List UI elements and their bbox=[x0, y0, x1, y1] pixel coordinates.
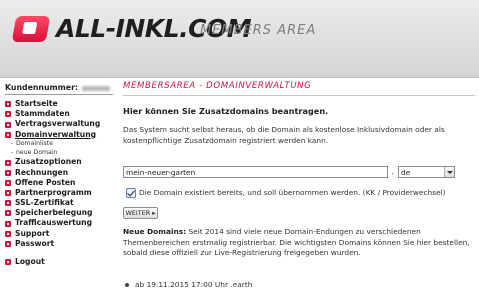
sidebar-item-label: neue Domain bbox=[16, 148, 58, 156]
bullet-icon bbox=[5, 220, 11, 227]
sidebar-item-passwort[interactable]: Passwort bbox=[5, 239, 117, 249]
sidebar-item-label: Logout bbox=[15, 257, 45, 267]
sidebar-item-label: Stammdaten bbox=[15, 109, 70, 119]
news-title: Neue Domains: bbox=[123, 227, 187, 236]
bullet-icon bbox=[5, 190, 11, 197]
sidebar-item-label: Domainverwaltung bbox=[15, 129, 97, 139]
dot-separator: . bbox=[391, 167, 394, 176]
bullet-icon bbox=[5, 230, 11, 237]
bullet-icon bbox=[125, 282, 129, 287]
bullet-icon bbox=[5, 121, 11, 128]
sidebar-item-trafficauswertung[interactable]: Trafficauswertung bbox=[5, 218, 117, 228]
sidebar-item-label: Speicherbelegung bbox=[15, 208, 93, 218]
bullet-icon bbox=[5, 210, 11, 217]
sidebar-item-label: Support bbox=[15, 228, 50, 238]
bullet-icon bbox=[5, 169, 11, 176]
sidebar-item-logout[interactable]: Logout bbox=[5, 257, 117, 267]
tld-select[interactable]: de bbox=[398, 166, 455, 178]
sidebar-item-label: Partnerprogramm bbox=[15, 187, 92, 197]
sidebar-item-label: Vertragsverwaltung bbox=[15, 119, 101, 129]
sidebar-item-startseite[interactable]: Startseite bbox=[5, 99, 117, 109]
domain-form-row: mein-neuer-garten . de bbox=[123, 166, 475, 179]
sidebar-item-partnerprogramm[interactable]: Partnerprogramm bbox=[5, 188, 117, 198]
sidebar-item-stammdaten[interactable]: Stammdaten bbox=[5, 109, 117, 119]
divider bbox=[123, 95, 475, 96]
sidebar-item-offene-posten[interactable]: Offene Posten bbox=[5, 178, 117, 188]
tld-selected-value: de bbox=[401, 168, 411, 177]
kundennummer-label: Kundennummer: bbox=[5, 83, 79, 92]
sidebar-item-label: Trafficauswertung bbox=[15, 218, 93, 228]
sidebar-item-domainverwaltung[interactable]: Domainverwaltung bbox=[5, 130, 117, 140]
members-area-label: MEMBERS AREA bbox=[200, 23, 317, 38]
sidebar-item-label: Passwort bbox=[15, 238, 55, 248]
sidebar-item-label: Offene Posten bbox=[15, 177, 76, 187]
sidebar-item-label: SSL-Zertifikat bbox=[15, 198, 74, 208]
sidebar: Kundennummer: Startseite Stammdaten Vertra… bbox=[5, 83, 117, 267]
transfer-checkbox-label[interactable]: Die Domain existiert bereits, und soll ü… bbox=[139, 188, 446, 197]
transfer-checkbox[interactable] bbox=[126, 188, 136, 198]
section-title: MEMBERSAREA - DOMAINVERWALTUNG bbox=[123, 81, 312, 91]
sidebar-item-domainliste[interactable]: Domainliste bbox=[5, 140, 117, 149]
kundennummer: Kundennummer: bbox=[5, 83, 117, 92]
transfer-option: Die Domain existiert bereits, und soll ü… bbox=[123, 187, 475, 201]
sidebar-item-label: Domainliste bbox=[16, 139, 53, 147]
sidebar-item-label: Startseite bbox=[15, 99, 58, 108]
launch-text: ab 19.11.2015 17:00 Uhr .earth bbox=[135, 280, 253, 289]
weiter-button[interactable]: WEITER ▸ bbox=[123, 207, 158, 219]
sidebar-item-label: Zusatzoptionen bbox=[15, 157, 82, 167]
bullet-icon bbox=[5, 200, 11, 207]
page-heading: Hier können Sie Zusatzdomains beantragen… bbox=[123, 106, 329, 116]
logo-icon[interactable] bbox=[11, 16, 51, 42]
intro-text: Das System sucht selbst heraus, ob die D… bbox=[123, 125, 445, 145]
bullet-icon bbox=[5, 179, 11, 186]
sidebar-item-rechnungen[interactable]: Rechnungen bbox=[5, 168, 117, 178]
bullet-icon bbox=[5, 159, 11, 166]
bullet-icon bbox=[5, 131, 11, 138]
news-paragraph: Neue Domains: Seit 2014 sind viele neue … bbox=[123, 227, 473, 259]
chevron-down-icon[interactable] bbox=[444, 167, 454, 177]
sidebar-item-ssl-zertifikat[interactable]: SSL-Zertifikat bbox=[5, 198, 117, 208]
sidebar-item-neue-domain[interactable]: neue Domain bbox=[5, 149, 117, 158]
kundennummer-value-blurred bbox=[82, 85, 111, 91]
sidebar-item-vertragsverwaltung[interactable]: Vertragsverwaltung bbox=[5, 119, 117, 129]
bullet-icon bbox=[5, 111, 11, 118]
launch-item: ab 19.11.2015 17:00 Uhr .earth bbox=[123, 280, 252, 289]
sidebar-item-label: Rechnungen bbox=[15, 167, 69, 177]
bullet-icon bbox=[5, 241, 11, 248]
sidebar-item-support[interactable]: Support bbox=[5, 229, 117, 239]
domain-name-input[interactable]: mein-neuer-garten bbox=[123, 166, 388, 178]
sidebar-item-speicherbelegung[interactable]: Speicherbelegung bbox=[5, 208, 117, 218]
bullet-icon bbox=[5, 101, 11, 108]
bullet-icon bbox=[5, 259, 11, 266]
main-content: MEMBERSAREA - DOMAINVERWALTUNG Hier könn… bbox=[123, 80, 475, 289]
divider bbox=[5, 94, 113, 95]
sidebar-item-zusatzoptionen[interactable]: Zusatzoptionen bbox=[5, 157, 117, 167]
sidebar-nav: Startseite Stammdaten Vertragsverwaltung Do… bbox=[5, 99, 117, 267]
header: ALL-INKL.COM MEMBERS AREA bbox=[0, 0, 479, 78]
